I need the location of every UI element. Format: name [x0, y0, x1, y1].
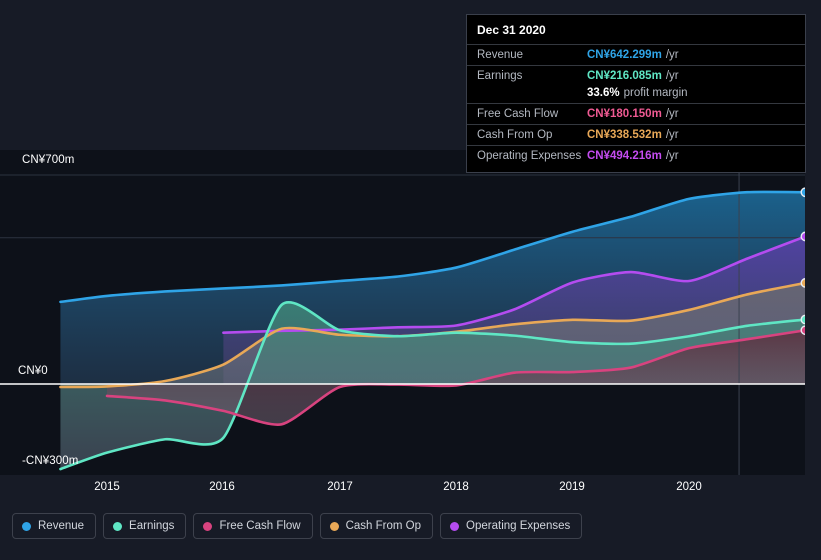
tooltip-row-value: CN¥216.085m	[587, 70, 662, 82]
legend-item-label: Cash From Op	[345, 520, 422, 532]
tooltip-row: 33.6% profit margin	[467, 86, 805, 103]
tooltip-row-label: Revenue	[477, 49, 524, 61]
end-marker-operating-expenses[interactable]	[800, 231, 805, 242]
tooltip-row: Free Cash Flow CN¥180.150m/yr	[467, 103, 805, 124]
legend-swatch-icon	[22, 521, 31, 531]
tooltip-row-value-wrap: CN¥180.150m/yr	[587, 107, 679, 121]
legend-item-free-cash-flow[interactable]: Free Cash Flow	[193, 513, 313, 539]
x-axis-label-2015: 2015	[94, 481, 120, 493]
x-axis-label-2016: 2016	[209, 481, 235, 493]
tooltip-row-unit: /yr	[665, 108, 679, 120]
tooltip-row-value-wrap: 33.6% profit margin	[587, 86, 688, 100]
end-marker-earnings[interactable]	[800, 314, 805, 325]
tooltip-profit-margin-text: profit margin	[623, 87, 688, 99]
tooltip-row-label: Operating Expenses	[477, 150, 582, 162]
legend-swatch-icon	[329, 521, 339, 531]
legend-item-label: Revenue	[38, 520, 85, 532]
x-axis-label-2019: 2019	[559, 481, 585, 493]
chart-plot-area[interactable]	[0, 150, 805, 475]
tooltip-row-label: Free Cash Flow	[477, 108, 559, 120]
chart-legend: Revenue Earnings Free Cash Flow Cash From O…	[12, 513, 583, 539]
tooltip-row: Earnings CN¥216.085m/yr	[467, 65, 805, 86]
tooltip-row-value: CN¥180.150m	[587, 108, 662, 120]
tooltip-row-value: 33.6%	[587, 87, 620, 99]
legend-item-earnings[interactable]: Earnings	[103, 513, 187, 539]
tooltip-row-unit: /yr	[665, 150, 679, 162]
tooltip-row: Cash From Op CN¥338.532m/yr	[467, 124, 805, 145]
legend-item-label: Free Cash Flow	[219, 520, 301, 532]
tooltip-row-value: CN¥642.299m	[587, 49, 662, 61]
end-marker-cash-from-op[interactable]	[800, 278, 805, 288]
tooltip-row-label: Earnings	[477, 70, 523, 82]
legend-item-operating-expenses[interactable]: Operating Expenses	[440, 513, 583, 539]
tooltip-row-unit: /yr	[665, 70, 679, 82]
tooltip-date: Dec 31 2020	[477, 23, 546, 37]
end-marker-revenue[interactable]	[800, 187, 805, 198]
legend-item-label: Earnings	[129, 520, 175, 532]
series-fills	[60, 191, 805, 470]
tooltip-row-value: CN¥494.216m	[587, 150, 662, 162]
x-axis-label-2018: 2018	[443, 481, 469, 493]
tooltip-rows: Revenue CN¥642.299m/yr Earnings CN¥216.085m…	[467, 44, 805, 166]
legend-item-label: Operating Expenses	[466, 520, 571, 532]
x-axis-label-2017: 2017	[327, 481, 353, 493]
tooltip-row-unit: /yr	[665, 129, 679, 141]
legend-swatch-icon	[113, 521, 123, 531]
legend-item-revenue[interactable]: Revenue	[12, 513, 97, 539]
tooltip-row-value-wrap: CN¥494.216m/yr	[587, 149, 679, 163]
chart-tooltip: Dec 31 2020 Revenue CN¥642.299m/yr Earning…	[466, 14, 806, 173]
end-marker-free-cash-flow[interactable]	[800, 325, 805, 336]
tooltip-row-value-wrap: CN¥338.532m/yr	[587, 128, 679, 142]
tooltip-row-value-wrap: CN¥642.299m/yr	[587, 48, 679, 62]
legend-swatch-icon	[450, 521, 460, 531]
chart-root: CN¥700m CN¥0 -CN¥300m 2015 2016 2017 201…	[0, 0, 821, 560]
tooltip-row-value-wrap: CN¥216.085m/yr	[587, 69, 679, 83]
legend-item-cash-from-op[interactable]: Cash From Op	[319, 513, 434, 539]
tooltip-row-unit: /yr	[665, 49, 679, 61]
tooltip-row: Revenue CN¥642.299m/yr	[467, 44, 805, 65]
x-axis-label-2020: 2020	[676, 481, 702, 493]
tooltip-row-value: CN¥338.532m	[587, 129, 662, 141]
legend-swatch-icon	[203, 521, 213, 531]
tooltip-row: Operating Expenses CN¥494.216m/yr	[467, 145, 805, 166]
tooltip-row-label: Cash From Op	[477, 129, 553, 141]
chart-svg	[0, 150, 805, 475]
